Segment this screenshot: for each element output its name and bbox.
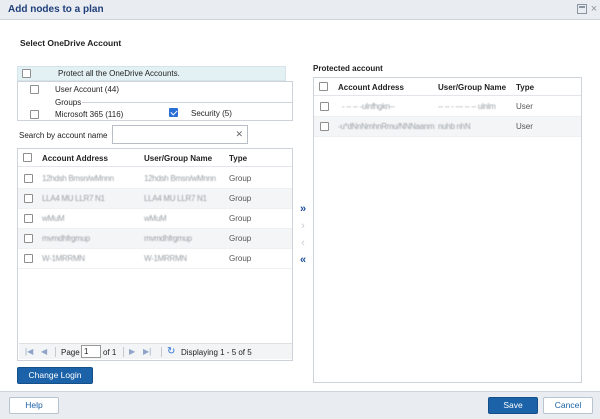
table-row[interactable]: 12hdsh Bmsn/wMnnn 12hdsh Bmsn/wMnnn Grou… <box>18 169 292 189</box>
help-button[interactable]: Help <box>9 397 59 414</box>
row-checkbox[interactable] <box>320 102 329 111</box>
section-title: Select OneDrive Account <box>20 38 122 48</box>
available-accounts-grid: Account Address User/Group Name Type 12h… <box>17 148 293 361</box>
groups-label: Groups <box>55 98 82 107</box>
row-checkbox[interactable] <box>24 254 33 263</box>
page-number-input[interactable]: 1 <box>81 345 101 358</box>
row-address: -u*dNnNmhnRmu/NNNaanm <box>338 122 435 131</box>
select-all-checkbox[interactable] <box>319 82 328 91</box>
protected-account-title: Protected account <box>313 64 383 73</box>
column-header-type[interactable]: Type <box>516 83 534 92</box>
row-type: Group <box>229 254 252 263</box>
row-name: W-1MRRMN <box>144 254 187 263</box>
remove-selected-button[interactable]: ‹ <box>297 237 309 249</box>
row-name: 12hdsh Bmsn/wMnnn <box>144 174 216 183</box>
row-name: -- -- - --- -- -- ulnlm <box>438 102 496 111</box>
row-type: Group <box>229 174 252 183</box>
prev-page-icon[interactable]: ◀ <box>41 347 47 356</box>
column-header-name[interactable]: User/Group Name <box>144 154 212 163</box>
change-login-button[interactable]: Change Login <box>17 367 93 384</box>
dialog-footer: Help Save Cancel <box>0 391 600 419</box>
last-page-icon[interactable]: ▶| <box>143 347 151 356</box>
row-address: - -- -- -ulnfhgkn-- <box>342 102 395 111</box>
add-all-button[interactable]: » <box>297 203 309 215</box>
row-address: 12hdsh Bmsn/wMnnn <box>42 174 114 183</box>
select-all-checkbox[interactable] <box>23 153 32 162</box>
user-account-checkbox[interactable] <box>30 85 39 94</box>
next-page-icon[interactable]: ▶ <box>129 347 135 356</box>
pager-divider <box>123 347 124 357</box>
first-page-icon[interactable]: |◀ <box>25 347 33 356</box>
row-name: nuhb nhN <box>438 122 471 131</box>
row-checkbox[interactable] <box>24 214 33 223</box>
groups-divider <box>82 102 292 103</box>
column-header-address[interactable]: Account Address <box>338 83 404 92</box>
display-count: Displaying 1 - 5 of 5 <box>181 348 252 357</box>
user-account-label: User Account (44) <box>55 85 120 94</box>
grid-pager: |◀ ◀ Page 1 of 1 ▶ ▶| ↻ Displaying 1 - 5… <box>19 343 292 359</box>
remove-all-button[interactable]: « <box>297 254 309 266</box>
protected-accounts-grid: Account Address User/Group Name Type - -… <box>313 77 582 383</box>
save-button[interactable]: Save <box>488 397 538 414</box>
column-header-type[interactable]: Type <box>229 154 247 163</box>
row-address: mvmdhfrgmup <box>42 234 90 243</box>
maximize-icon[interactable] <box>577 4 587 14</box>
row-type: Group <box>229 234 252 243</box>
row-checkbox[interactable] <box>24 174 33 183</box>
row-name: LLA4 MU LLR7 N1 <box>144 194 207 203</box>
row-checkbox[interactable] <box>24 234 33 243</box>
protect-all-label: Protect all the OneDrive Accounts. <box>58 69 180 78</box>
table-row[interactable]: W-1MRRMN W-1MRRMN Group <box>18 249 292 269</box>
table-row[interactable]: mvmdhfrgmup mvmdhfrgmup Group <box>18 229 292 249</box>
row-address: LLA4 MU LLR7 N1 <box>42 194 105 203</box>
row-address: wMuM <box>42 214 65 223</box>
row-checkbox[interactable] <box>24 194 33 203</box>
pager-divider <box>161 347 162 357</box>
dialog-title: Add nodes to a plan <box>8 4 104 15</box>
close-icon[interactable]: ✕ <box>235 129 243 140</box>
microsoft365-checkbox[interactable] <box>30 110 39 119</box>
row-type: Group <box>229 194 252 203</box>
table-row[interactable]: LLA4 MU LLR7 N1 LLA4 MU LLR7 N1 Group <box>18 189 292 209</box>
row-name: wMuM <box>144 214 167 223</box>
row-type: User <box>516 122 533 131</box>
search-input[interactable] <box>113 126 231 143</box>
refresh-icon[interactable]: ↻ <box>167 346 175 357</box>
table-row[interactable]: -u*dNnNmhnRmu/NNNaanm nuhb nhN User <box>314 117 581 137</box>
microsoft365-label: Microsoft 365 (116) <box>55 110 124 119</box>
close-icon[interactable]: × <box>589 4 599 15</box>
protect-all-row[interactable]: Protect all the OneDrive Accounts. <box>17 66 286 81</box>
protect-all-checkbox[interactable] <box>22 69 31 78</box>
table-row[interactable]: wMuM wMuM Group <box>18 209 292 229</box>
column-header-address[interactable]: Account Address <box>42 154 108 163</box>
row-type: Group <box>229 214 252 223</box>
add-selected-button[interactable]: › <box>297 220 309 232</box>
row-checkbox[interactable] <box>320 122 329 131</box>
row-type: User <box>516 102 533 111</box>
page-label: Page <box>61 348 80 357</box>
search-box: ✕ <box>112 125 248 144</box>
grid-header: Account Address User/Group Name Type <box>18 149 292 167</box>
search-label: Search by account name <box>19 131 108 140</box>
pager-divider <box>55 347 56 357</box>
grid-header: Account Address User/Group Name Type <box>314 78 581 96</box>
column-header-name[interactable]: User/Group Name <box>438 83 506 92</box>
page-count-label: of 1 <box>103 348 117 357</box>
security-label: Security (5) <box>191 109 232 118</box>
cancel-button[interactable]: Cancel <box>543 397 593 414</box>
dialog-titlebar: Add nodes to a plan × <box>0 0 600 20</box>
row-address: W-1MRRMN <box>42 254 85 263</box>
table-row[interactable]: - -- -- -ulnfhgkn-- -- -- - --- -- -- ul… <box>314 97 581 117</box>
account-type-options: User Account (44) Groups Microsoft 365 (… <box>17 81 293 121</box>
row-name: mvmdhfrgmup <box>144 234 192 243</box>
security-checkbox[interactable] <box>169 108 178 117</box>
